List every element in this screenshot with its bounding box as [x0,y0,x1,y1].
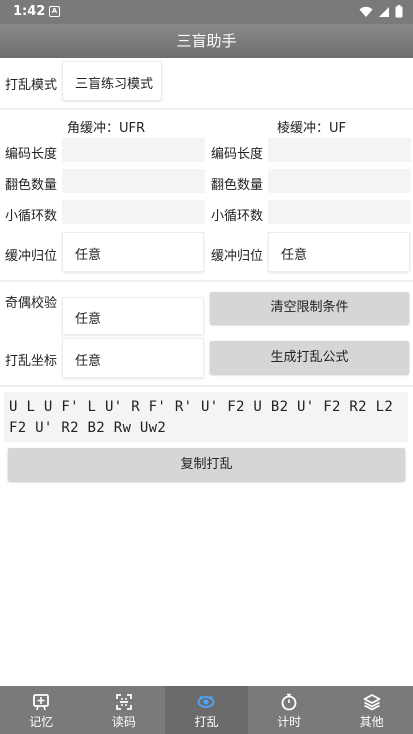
scramble-coords-label: 打乱坐标 [5,354,58,369]
app-bar: 三盲助手 [0,24,413,58]
nav-item-other[interactable]: 其他 [330,686,413,734]
notification-icon: A [49,6,60,17]
scan-icon [115,694,132,710]
corner-code-length-input[interactable] [62,138,205,162]
parity-select[interactable]: 任意 [63,298,203,334]
parity-label: 奇偶校验 [5,296,58,311]
corner-buffer-home-select[interactable]: 任意 [63,233,203,271]
status-time: 1:42 [13,4,46,19]
timer-icon [281,693,297,711]
scramble-icon [198,695,215,708]
clear-limits-button[interactable]: 清空限制条件 [210,292,409,324]
edge-code-length-label: 编码长度 [211,147,264,162]
nav-item-scramble[interactable]: 打乱 [165,686,248,734]
corner-buffer-home-value: 任意 [75,248,102,263]
generate-scramble-button[interactable]: 生成打乱公式 [210,341,409,374]
edge-small-cycle-input[interactable] [268,200,411,224]
app-title: 三盲助手 [176,32,237,50]
bottom-nav: 记忆 读码 打乱 计时 其他 [0,686,413,734]
layers-icon [363,694,381,711]
wifi-icon [359,6,373,17]
divider [0,385,413,387]
status-bar: 1:42 A [0,0,413,24]
battery-icon [395,5,403,18]
edge-code-length-input[interactable] [268,138,411,162]
nav-item-timer[interactable]: 计时 [248,686,331,734]
divider [0,280,413,282]
corner-code-length-label: 编码长度 [5,147,58,162]
nav-label: 记忆 [29,715,54,729]
nav-label: 计时 [277,715,302,729]
nav-label: 打乱 [194,715,219,729]
signal-icon [379,6,389,17]
corner-flip-count-input[interactable] [62,169,205,193]
edge-flip-count-input[interactable] [268,169,411,193]
nav-label: 读码 [111,715,136,729]
corner-buffer-label: 角缓冲：UFR [67,121,146,136]
memory-icon [33,694,50,711]
corner-buffer-home-label: 缓冲归位 [5,249,58,264]
edge-buffer-label: 棱缓冲：UF [277,121,346,136]
nav-label: 其他 [359,715,384,729]
divider [0,108,413,110]
corner-small-cycle-label: 小循环数 [5,209,58,224]
scramble-coords-select[interactable]: 任意 [63,339,203,377]
nav-item-scan[interactable]: 读码 [83,686,166,734]
edge-buffer-home-value: 任意 [281,248,308,263]
scramble-mode-label: 打乱模式 [5,78,58,93]
status-icons [359,5,403,18]
corner-small-cycle-input[interactable] [62,200,205,224]
copy-scramble-button[interactable]: 复制打乱 [8,448,405,481]
scramble-coords-value: 任意 [75,354,102,369]
edge-buffer-home-select[interactable]: 任意 [269,233,409,271]
scramble-text: U L U F' L U' R F' R' U' F2 U B2 U' F2 R… [4,392,408,442]
scramble-mode-select[interactable]: 三盲练习模式 [63,62,161,100]
corner-flip-count-label: 翻色数量 [5,178,58,193]
scramble-mode-value: 三盲练习模式 [75,77,154,92]
nav-item-memory[interactable]: 记忆 [0,686,83,734]
edge-flip-count-label: 翻色数量 [211,178,264,193]
edge-small-cycle-label: 小循环数 [211,209,264,224]
edge-buffer-home-label: 缓冲归位 [211,249,264,264]
parity-value: 任意 [75,312,102,327]
